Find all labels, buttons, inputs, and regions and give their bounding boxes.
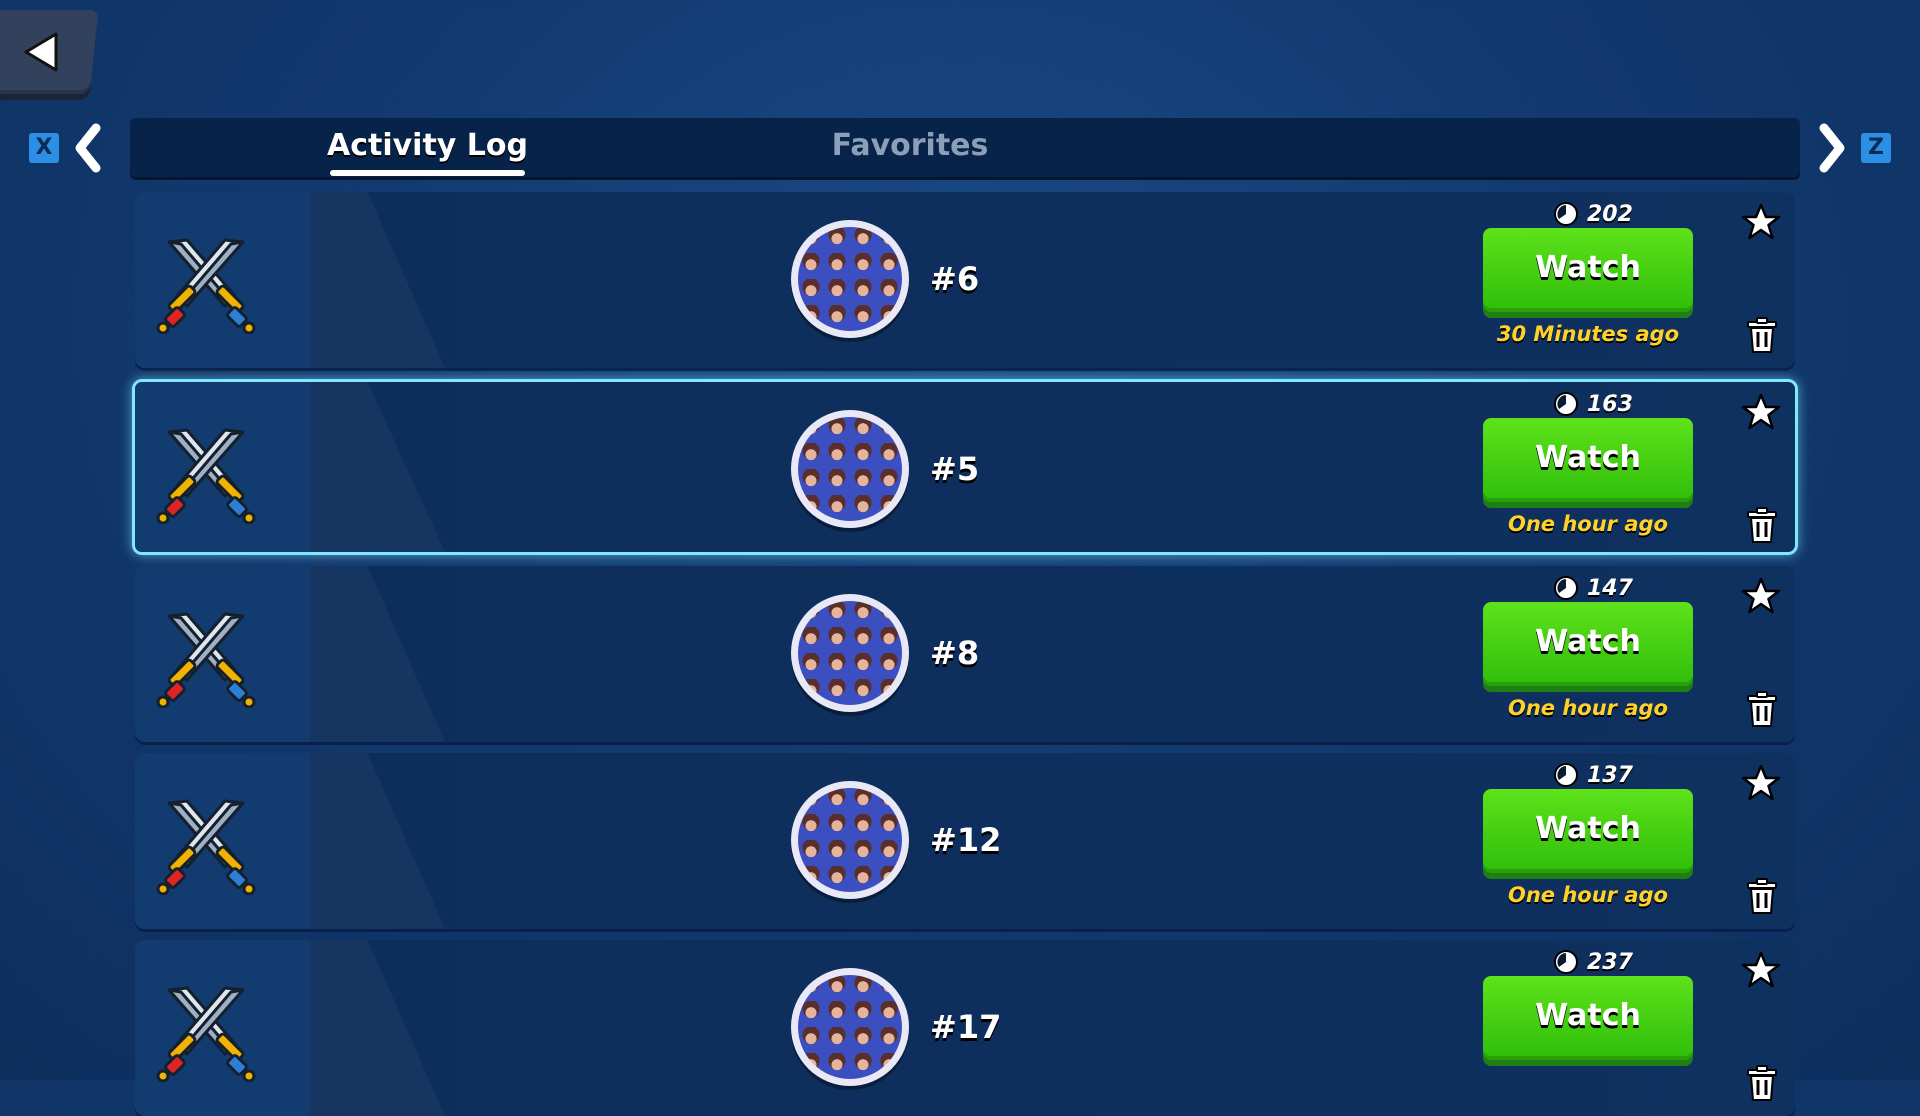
watch-button[interactable]: Watch xyxy=(1483,789,1693,873)
crossed-swords-icon xyxy=(156,428,256,524)
replay-row[interactable]: #6 202 Watch 30 Minutes ago xyxy=(135,192,1795,368)
replay-row[interactable]: #17 237 Watch xyxy=(135,940,1795,1116)
trophy-value: 202 xyxy=(1587,201,1633,227)
trophy-count: 163 xyxy=(1553,388,1633,420)
team-avatar[interactable] xyxy=(791,410,909,528)
watch-button[interactable]: Watch xyxy=(1483,976,1693,1060)
avatar-image xyxy=(798,227,902,331)
tab-favorites[interactable]: Favorites xyxy=(790,118,1030,180)
avatar-image xyxy=(798,601,902,705)
crossed-swords-icon xyxy=(156,612,256,708)
key-hint-z: Z xyxy=(1861,133,1891,163)
delete-trash-icon[interactable] xyxy=(1745,877,1779,915)
time-ago-label: One hour ago xyxy=(1508,696,1668,720)
replay-row[interactable]: #12 137 Watch One hour ago xyxy=(135,753,1795,929)
team-avatar[interactable] xyxy=(791,968,909,1086)
delete-trash-icon[interactable] xyxy=(1745,1064,1779,1102)
trophy-value: 237 xyxy=(1587,949,1633,975)
trophy-count: 147 xyxy=(1553,572,1633,604)
time-ago-label: 30 Minutes ago xyxy=(1496,322,1680,346)
crossed-swords-icon xyxy=(156,799,256,895)
clock-icon xyxy=(1554,763,1578,787)
team-avatar[interactable] xyxy=(791,594,909,712)
favorite-star-icon[interactable] xyxy=(1741,202,1781,242)
trophy-count: 202 xyxy=(1553,198,1633,230)
clock-icon xyxy=(1554,576,1578,600)
avatar-image xyxy=(798,417,902,521)
replay-row[interactable]: #8 147 Watch One hour ago xyxy=(135,566,1795,742)
avatar-image xyxy=(798,788,902,892)
key-hint-x: X xyxy=(29,133,59,163)
delete-trash-icon[interactable] xyxy=(1745,316,1779,354)
replay-list: #6 202 Watch 30 Minutes ago #5 163 Watch… xyxy=(132,192,1798,1116)
tab-activity-log[interactable]: Activity Log xyxy=(320,118,535,180)
chevron-right-icon[interactable] xyxy=(1816,122,1848,174)
team-avatar[interactable] xyxy=(791,220,909,338)
trophy-count: 237 xyxy=(1553,946,1633,978)
chevron-left-icon[interactable] xyxy=(72,122,104,174)
watch-button[interactable]: Watch xyxy=(1483,228,1693,312)
trophy-value: 163 xyxy=(1587,391,1633,417)
trophy-count: 137 xyxy=(1553,759,1633,791)
rank-label: #12 xyxy=(930,821,1002,859)
watch-button[interactable]: Watch xyxy=(1483,418,1693,502)
time-ago-label: One hour ago xyxy=(1508,512,1668,536)
rank-label: #8 xyxy=(930,634,980,672)
back-arrow-icon xyxy=(24,32,58,72)
favorite-star-icon[interactable] xyxy=(1741,763,1781,803)
delete-trash-icon[interactable] xyxy=(1745,690,1779,728)
replay-row[interactable]: #5 163 Watch One hour ago xyxy=(132,379,1798,555)
favorite-star-icon[interactable] xyxy=(1741,576,1781,616)
avatar-image xyxy=(798,975,902,1079)
crossed-swords-icon xyxy=(156,238,256,334)
tab-bar: Activity Log Favorites xyxy=(130,118,1800,180)
favorite-star-icon[interactable] xyxy=(1741,950,1781,990)
rank-label: #5 xyxy=(930,450,980,488)
back-button[interactable] xyxy=(0,10,99,94)
rank-label: #17 xyxy=(930,1008,1002,1046)
time-ago-label: One hour ago xyxy=(1508,883,1668,907)
crossed-swords-icon xyxy=(156,986,256,1082)
delete-trash-icon[interactable] xyxy=(1745,506,1779,544)
rank-label: #6 xyxy=(930,260,980,298)
favorite-star-icon[interactable] xyxy=(1741,392,1781,432)
clock-icon xyxy=(1554,202,1578,226)
trophy-value: 147 xyxy=(1587,575,1633,601)
clock-icon xyxy=(1554,392,1578,416)
clock-icon xyxy=(1554,950,1578,974)
trophy-value: 137 xyxy=(1587,762,1633,788)
watch-button[interactable]: Watch xyxy=(1483,602,1693,686)
team-avatar[interactable] xyxy=(791,781,909,899)
